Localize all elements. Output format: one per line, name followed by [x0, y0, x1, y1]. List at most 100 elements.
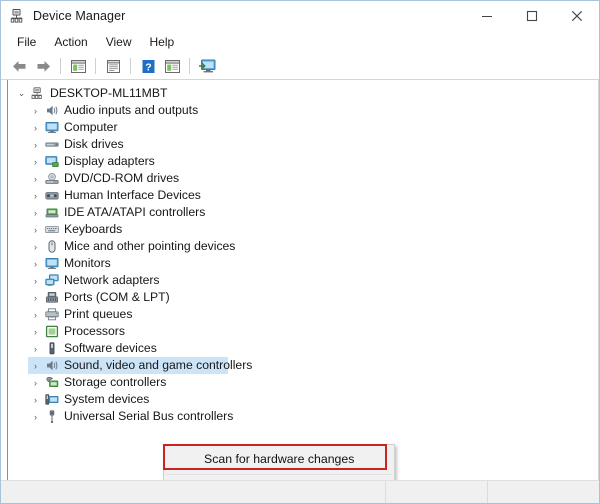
tree-item-label: Ports (COM & LPT) [64, 290, 170, 305]
toolbar-separator [60, 58, 61, 74]
chevron-right-icon[interactable]: › [28, 361, 43, 371]
chevron-right-icon[interactable]: › [28, 106, 43, 116]
tree-item-display-adapters[interactable]: › Display adapters [8, 153, 598, 170]
tree-item-label: Universal Serial Bus controllers [64, 409, 233, 424]
tree-item-disk-drives[interactable]: › Disk drives [8, 136, 598, 153]
monitor-icon [43, 256, 61, 271]
update-driver-icon[interactable] [160, 55, 184, 77]
chevron-right-icon[interactable]: › [28, 276, 43, 286]
device-tree: ⌄ DESKTOP-ML11MBT [8, 80, 598, 425]
menu-file[interactable]: File [8, 32, 45, 52]
tree-item-keyboards[interactable]: › Keyboards [8, 221, 598, 238]
device-manager-icon [10, 8, 26, 24]
chevron-right-icon[interactable]: › [28, 327, 43, 337]
show-hide-console-tree-icon[interactable] [66, 55, 90, 77]
dvd-drive-icon [43, 171, 61, 186]
chevron-right-icon[interactable]: › [28, 378, 43, 388]
tree-item-system-devices[interactable]: › System devices [8, 391, 598, 408]
software-device-icon [43, 341, 61, 356]
tree-item-label: DVD/CD-ROM drives [64, 171, 179, 186]
tree-item-dvd-cd-rom-drives[interactable]: › DVD/CD-ROM drives [8, 170, 598, 187]
tree-item-universal-serial-bus-controllers[interactable]: › Universal Serial Bus controllers [8, 408, 598, 425]
status-segment-main [1, 481, 386, 503]
properties-icon[interactable] [101, 55, 125, 77]
device-tree-pane[interactable]: ⌄ DESKTOP-ML11MBT [7, 80, 599, 480]
menu-help[interactable]: Help [141, 32, 184, 52]
tree-item-label: IDE ATA/ATAPI controllers [64, 205, 205, 220]
chevron-right-icon[interactable]: › [28, 208, 43, 218]
tree-item-software-devices[interactable]: › Software devices [8, 340, 598, 357]
context-menu-item-scan-for-hardware-changes[interactable]: Scan for hardware changes [164, 446, 394, 472]
tree-item-label: Network adapters [64, 273, 160, 288]
tree-item-label: Computer [64, 120, 118, 135]
help-icon[interactable]: ? [136, 55, 160, 77]
scan-hardware-changes-icon[interactable] [195, 55, 219, 77]
tree-item-label: Disk drives [64, 137, 124, 152]
port-icon [43, 290, 61, 305]
svg-text:?: ? [145, 61, 151, 73]
toolbar-separator [189, 58, 190, 74]
chevron-right-icon[interactable]: › [28, 225, 43, 235]
chevron-right-icon[interactable]: › [28, 191, 43, 201]
maximize-button[interactable] [509, 1, 554, 31]
keyboard-icon [43, 222, 61, 237]
menu-action[interactable]: Action [45, 32, 96, 52]
usb-icon [43, 409, 61, 424]
back-arrow-icon[interactable] [7, 55, 31, 77]
chevron-right-icon[interactable]: › [28, 293, 43, 303]
tree-item-label: Mice and other pointing devices [64, 239, 235, 254]
mouse-icon [43, 239, 61, 254]
status-segment-second [386, 481, 488, 503]
chevron-right-icon[interactable]: › [28, 395, 43, 405]
tree-item-mice-and-other-pointing-devices[interactable]: › Mice and other pointing devices [8, 238, 598, 255]
chevron-right-icon[interactable]: › [28, 259, 43, 269]
system-device-icon [43, 392, 61, 407]
chevron-right-icon[interactable]: › [28, 123, 43, 133]
chevron-right-icon[interactable]: › [28, 174, 43, 184]
tree-item-human-interface-devices[interactable]: › Human Interface Devices [8, 187, 598, 204]
context-menu-separator [166, 474, 392, 475]
forward-arrow-icon[interactable] [31, 55, 55, 77]
chevron-right-icon[interactable]: › [28, 242, 43, 252]
tree-item-monitors[interactable]: › Monitors [8, 255, 598, 272]
window-controls [464, 1, 599, 31]
tree-item-ports-com-lpt[interactable]: › Ports (COM & LPT) [8, 289, 598, 306]
chevron-right-icon[interactable]: › [28, 157, 43, 167]
tree-item-label: Sound, video and game controllers [64, 358, 252, 373]
tree-item-label: Audio inputs and outputs [64, 103, 198, 118]
tree-root-label: DESKTOP-ML11MBT [50, 86, 167, 101]
device-manager-window: Device Manager File Action View Help [0, 0, 600, 504]
tree-item-label: Monitors [64, 256, 111, 271]
close-button[interactable] [554, 1, 599, 31]
status-segment-third [488, 481, 599, 503]
tree-item-label: Processors [64, 324, 125, 339]
tree-root-row[interactable]: ⌄ DESKTOP-ML11MBT [8, 85, 598, 102]
ide-controller-icon [43, 205, 61, 220]
tree-item-label: Human Interface Devices [64, 188, 201, 203]
tree-item-label: Storage controllers [64, 375, 166, 390]
tree-item-storage-controllers[interactable]: › Storage controllers [8, 374, 598, 391]
chevron-down-icon[interactable]: ⌄ [14, 88, 29, 99]
processor-icon [43, 324, 61, 339]
chevron-right-icon[interactable]: › [28, 344, 43, 354]
tree-item-computer[interactable]: › Computer [8, 119, 598, 136]
tree-item-sound-video-and-game-controllers[interactable]: › Sound, video and game controllers [8, 357, 598, 374]
chevron-right-icon[interactable]: › [28, 412, 43, 422]
minimize-button[interactable] [464, 1, 509, 31]
tree-item-ide-ata-atapi-controllers[interactable]: › IDE ATA/ATAPI controllers [8, 204, 598, 221]
menu-view[interactable]: View [97, 32, 141, 52]
tree-item-label: Print queues [64, 307, 132, 322]
chevron-right-icon[interactable]: › [28, 310, 43, 320]
tree-item-processors[interactable]: › Processors [8, 323, 598, 340]
tree-item-print-queues[interactable]: › Print queues [8, 306, 598, 323]
tree-item-network-adapters[interactable]: › Network adapters [8, 272, 598, 289]
tree-item-label: System devices [64, 392, 149, 407]
toolbar-separator [95, 58, 96, 74]
tree-item-audio-inputs-and-outputs[interactable]: › Audio inputs and outputs [8, 102, 598, 119]
toolbar-separator [130, 58, 131, 74]
tree-item-label: Display adapters [64, 154, 155, 169]
disk-drive-icon [43, 137, 61, 152]
context-menu[interactable]: Scan for hardware changes Properties [163, 444, 395, 480]
context-menu-item-properties[interactable]: Properties [164, 477, 394, 480]
chevron-right-icon[interactable]: › [28, 140, 43, 150]
